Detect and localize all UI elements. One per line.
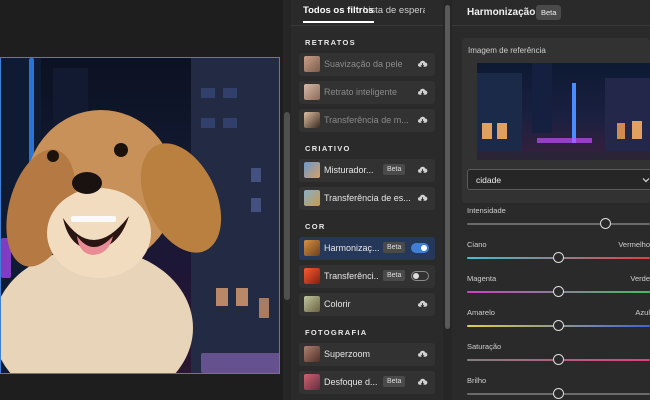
filter-label: Transferênci... <box>324 271 379 281</box>
slider-thumb[interactable] <box>552 388 564 399</box>
slider-track[interactable] <box>467 223 650 225</box>
document-canvas[interactable] <box>0 0 283 400</box>
filter-row-harmonization[interactable]: Harmonizaç... Beta <box>299 237 435 260</box>
canvas-scrollbar[interactable] <box>283 0 291 400</box>
cloud-download-icon[interactable] <box>417 115 428 125</box>
filter-label: Colorir <box>324 299 351 309</box>
filter-row[interactable]: Transferênci... Beta <box>299 265 435 288</box>
filter-thumbnail <box>304 296 320 312</box>
beta-badge: Beta <box>536 5 562 20</box>
beta-badge: Beta <box>383 164 406 175</box>
slider-label: Amarelo <box>467 308 495 317</box>
neural-filters-workspace: Todos os filtros Lista de espera RETRATO… <box>0 0 650 400</box>
slider-label: Ciano <box>467 240 487 249</box>
filter-settings-panel: Harmonização Beta Imagem de referência c… <box>452 0 650 400</box>
filters-panel: Todos os filtros Lista de espera RETRATO… <box>291 0 443 400</box>
slider-thumb[interactable] <box>552 252 564 263</box>
filter-row[interactable]: Transferência de es... <box>299 187 435 210</box>
filter-thumbnail <box>304 346 320 362</box>
slider-thumb[interactable] <box>552 354 564 365</box>
filter-tabs: Todos os filtros Lista de espera <box>291 0 443 26</box>
slider-thumb[interactable] <box>552 320 564 331</box>
filter-row[interactable]: Superzoom <box>299 343 435 366</box>
reference-image-box: Imagem de referência cidade <box>462 38 650 203</box>
filter-label: Retrato inteligente <box>324 87 398 97</box>
chevron-down-icon <box>642 178 650 183</box>
filter-toggle-off[interactable] <box>411 271 429 281</box>
filter-label: Misturador... <box>324 165 374 175</box>
filter-label: Desfoque d... <box>324 377 378 387</box>
section-fotografia: FOTOGRAFIA <box>305 328 368 337</box>
filters-scrollbar-thumb[interactable] <box>445 5 450 329</box>
filter-thumbnail <box>304 240 320 256</box>
filter-label: Suavização da pele <box>324 59 403 69</box>
canvas-scrollbar-thumb[interactable] <box>284 112 290 300</box>
reference-image-thumbnail[interactable] <box>477 63 650 160</box>
slider-label: Intensidade <box>467 206 506 215</box>
settings-header: Harmonização Beta <box>452 0 650 26</box>
cloud-download-icon[interactable] <box>417 193 428 203</box>
slider-right-label: Azul <box>635 308 650 317</box>
filter-thumbnail <box>304 268 320 284</box>
cloud-download-icon[interactable] <box>417 59 428 69</box>
slider-label: Brilho <box>467 376 487 385</box>
filter-label: Transferência de es... <box>324 193 411 203</box>
slider-right-label: Vermelho <box>618 240 650 249</box>
slider-label: Saturação <box>467 342 502 351</box>
reference-select[interactable]: cidade <box>467 169 650 190</box>
cloud-download-icon[interactable] <box>417 349 428 359</box>
filters-scrollbar[interactable] <box>443 0 452 400</box>
filter-label: Harmonizaç... <box>324 243 379 253</box>
slider-right-label: Verde <box>630 274 650 283</box>
beta-badge: Beta <box>383 376 406 387</box>
cloud-download-icon[interactable] <box>417 299 428 309</box>
puppy-illustration <box>1 110 222 373</box>
section-criativo: CRIATIVO <box>305 144 351 153</box>
slider-thumb[interactable] <box>552 286 564 297</box>
filter-toggle-on[interactable] <box>411 243 429 253</box>
filter-row[interactable]: Colorir <box>299 293 435 316</box>
cloud-download-icon[interactable] <box>417 377 428 387</box>
filter-row[interactable]: Retrato inteligente <box>299 81 435 104</box>
filter-label: Superzoom <box>324 349 371 359</box>
cloud-download-icon[interactable] <box>417 165 428 175</box>
filter-thumbnail <box>304 162 320 178</box>
section-cor: COR <box>305 222 326 231</box>
reference-select-value: cidade <box>476 175 502 185</box>
cloud-download-icon[interactable] <box>417 87 428 97</box>
filter-row[interactable]: Suavização da pele <box>299 53 435 76</box>
filter-row[interactable]: Misturador... Beta <box>299 159 435 182</box>
beta-badge: Beta <box>383 270 406 281</box>
filter-thumbnail <box>304 112 320 128</box>
filter-thumbnail <box>304 190 320 206</box>
section-retratos: RETRATOS <box>305 38 356 47</box>
filter-row[interactable]: Transferência de m... <box>299 109 435 132</box>
filter-thumbnail <box>304 84 320 100</box>
beta-badge: Beta <box>383 242 406 253</box>
filter-row[interactable]: Desfoque d... Beta <box>299 371 435 394</box>
slider-label: Magenta <box>467 274 497 283</box>
slider-thumb[interactable] <box>600 218 612 229</box>
reference-image-label: Imagem de referência <box>468 46 546 55</box>
tab-wait-list[interactable]: Lista de espera <box>363 5 425 16</box>
filter-thumbnail <box>304 374 320 390</box>
filter-label: Transferência de m... <box>324 115 409 125</box>
filter-thumbnail <box>304 56 320 72</box>
settings-title: Harmonização <box>467 7 536 18</box>
puppy-city-photo <box>0 57 280 374</box>
